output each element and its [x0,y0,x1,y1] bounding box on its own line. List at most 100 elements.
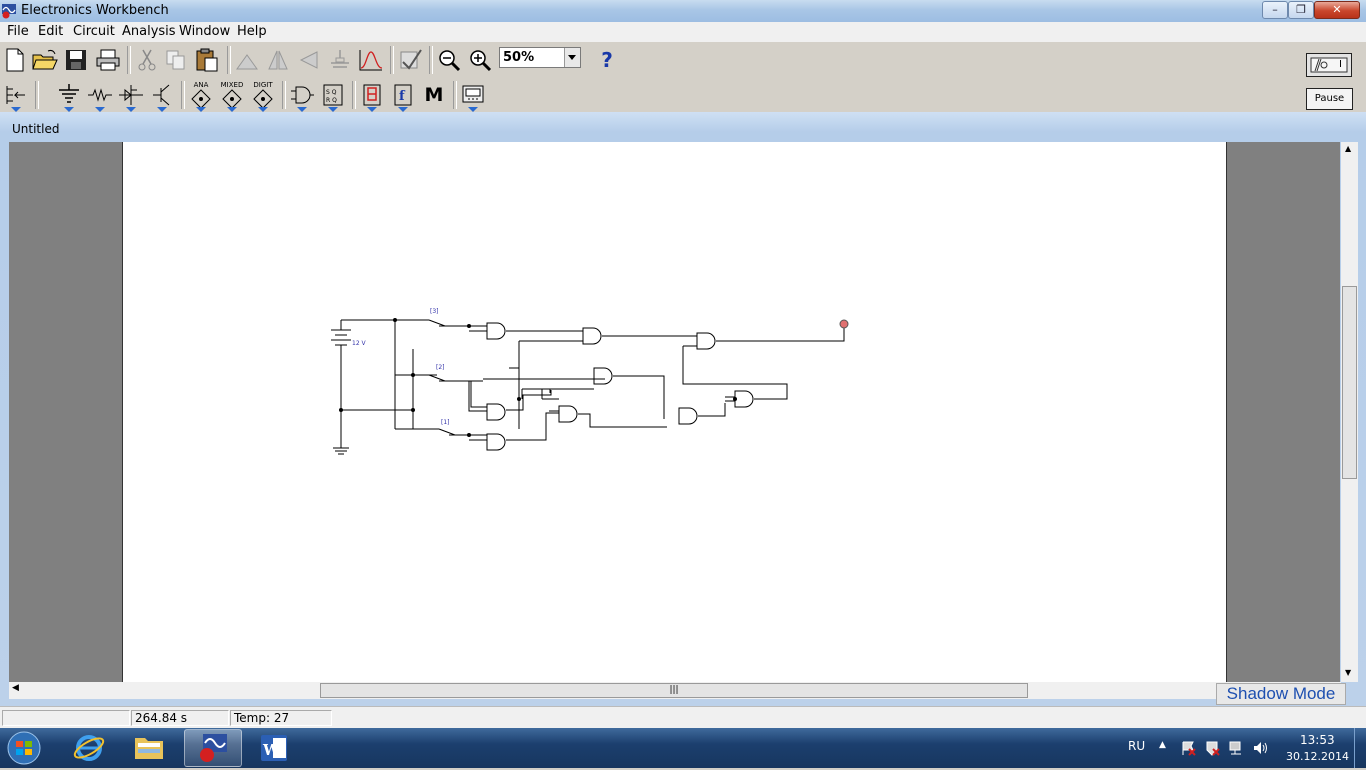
status-message [2,710,130,726]
scroll-up-icon[interactable]: ▲ [1345,144,1351,153]
transistors-bin-button[interactable] [148,80,176,112]
menu-file[interactable]: File [7,24,29,39]
zoom-in-icon [470,50,492,72]
sources-bin-button[interactable] [55,80,83,112]
digital-ics-bin-button[interactable]: DIGIT [249,80,277,112]
taskbar-electronics-workbench[interactable] [184,729,242,767]
menu-help[interactable]: Help [237,24,267,39]
instruments-icon [462,85,484,103]
action-center-flag-icon[interactable] [1180,740,1196,756]
cut-button[interactable] [133,45,161,75]
diodes-bin-button[interactable] [117,80,145,112]
security-shield-icon[interactable] [1204,740,1220,756]
output-probe [839,319,849,329]
minimize-button[interactable]: – [1262,1,1288,19]
favorites-bin-button[interactable] [2,80,30,112]
logic-gates-bin-button[interactable] [288,80,316,112]
start-button[interactable] [4,730,44,766]
circuit-canvas[interactable]: 12 V [3] [2] [1] [122,142,1227,682]
horizontal-scroll-thumb[interactable]: ||| [320,683,1028,698]
print-button[interactable] [94,45,122,75]
basic-bin-button[interactable] [86,80,114,112]
power-switch-icon [1310,57,1348,73]
svg-text:S Q: S Q [326,89,337,96]
instruments-bin-button[interactable] [459,80,487,112]
power-on-label: I [1339,59,1342,70]
component-properties-icon [331,50,349,68]
graphs-button[interactable] [357,45,385,75]
misc-m-icon: M [424,84,444,106]
language-indicator[interactable]: RU [1128,739,1145,753]
flip-vertical-icon [299,51,318,69]
paste-clipboard-icon [196,48,218,72]
paste-button[interactable] [193,45,221,75]
maximize-button[interactable]: ❐ [1288,1,1314,19]
clock-date[interactable]: 30.12.2014 [1286,750,1349,763]
power-switch[interactable]: I [1306,53,1352,77]
analog-ics-bin-button[interactable]: ANA [187,80,215,112]
flip-vertical-button[interactable] [295,45,323,75]
new-file-button[interactable] [1,45,29,75]
resistor-icon [88,88,112,102]
chevron-down-icon[interactable] [564,48,580,67]
digital-bin-button[interactable]: S QR Q [319,80,347,112]
printer-icon [96,49,120,71]
miscellaneous-bin-button[interactable]: M [420,80,448,110]
indicators-bin-button[interactable] [358,80,386,112]
svg-text:W: W [262,741,281,759]
electronics-workbench-icon [200,734,227,762]
windows-logo-icon [7,731,41,765]
folder-icon [135,738,163,759]
clock-time[interactable]: 13:53 [1300,733,1335,747]
controls-bin-button[interactable]: f [389,80,417,112]
taskbar-word[interactable]: W [246,729,304,767]
close-button[interactable]: ✕ [1314,1,1360,19]
battery-label: 12 V [352,340,367,347]
svg-text:f: f [399,89,406,104]
sources-bin-icon [59,84,79,103]
diode-icon [119,85,143,105]
help-button[interactable]: ? [593,45,621,75]
word-icon: W [261,735,287,761]
transistor-icon [153,84,170,106]
save-disk-icon [66,50,86,70]
flip-horizontal-icon [268,50,288,70]
create-subcircuit-button[interactable] [396,45,424,75]
ground-symbol [333,410,349,455]
rotate-button[interactable] [233,45,261,75]
show-desktop-button[interactable] [1354,728,1366,768]
network-icon[interactable] [1228,740,1244,756]
menu-edit[interactable]: Edit [38,24,63,39]
subcircuit-icon [400,49,422,70]
battery-symbol [331,320,351,410]
zoom-out-button[interactable] [435,45,463,75]
open-file-button[interactable] [31,45,59,75]
menu-analysis[interactable]: Analysis [122,24,176,39]
copy-button[interactable] [162,45,190,75]
component-properties-button[interactable] [326,45,354,75]
simulation-time: 264.84 s [131,710,229,726]
zoom-in-button[interactable] [466,45,494,75]
vertical-scroll-thumb[interactable] [1342,286,1357,479]
mixed-ics-bin-button[interactable]: MIXED [218,80,246,112]
flip-horizontal-button[interactable] [264,45,292,75]
help-question-icon: ? [601,48,613,72]
scroll-left-icon[interactable]: ◀ [12,683,19,693]
switch-3-label: [3] [430,308,439,315]
menu-window[interactable]: Window [179,24,230,39]
scissors-icon [138,49,156,71]
speaker-volume-icon[interactable] [1252,740,1268,756]
app-logo-icon [2,4,16,19]
menu-circuit[interactable]: Circuit [73,24,115,39]
and-gate-icon [291,86,314,104]
svg-text:R Q: R Q [326,97,337,104]
show-hidden-icons-icon[interactable]: ▲ [1159,740,1166,750]
taskbar-explorer[interactable] [120,729,178,767]
flip-flop-icon: S QR Q [323,84,343,106]
taskbar-internet-explorer[interactable] [60,729,118,767]
save-button[interactable] [62,45,90,75]
pause-button[interactable]: Pause [1306,88,1353,110]
windows-taskbar: W RU ▲ 13:53 30.12.2014 [0,728,1366,768]
zoom-select[interactable]: 50% [499,47,581,68]
scroll-down-icon[interactable]: ▼ [1345,668,1351,677]
